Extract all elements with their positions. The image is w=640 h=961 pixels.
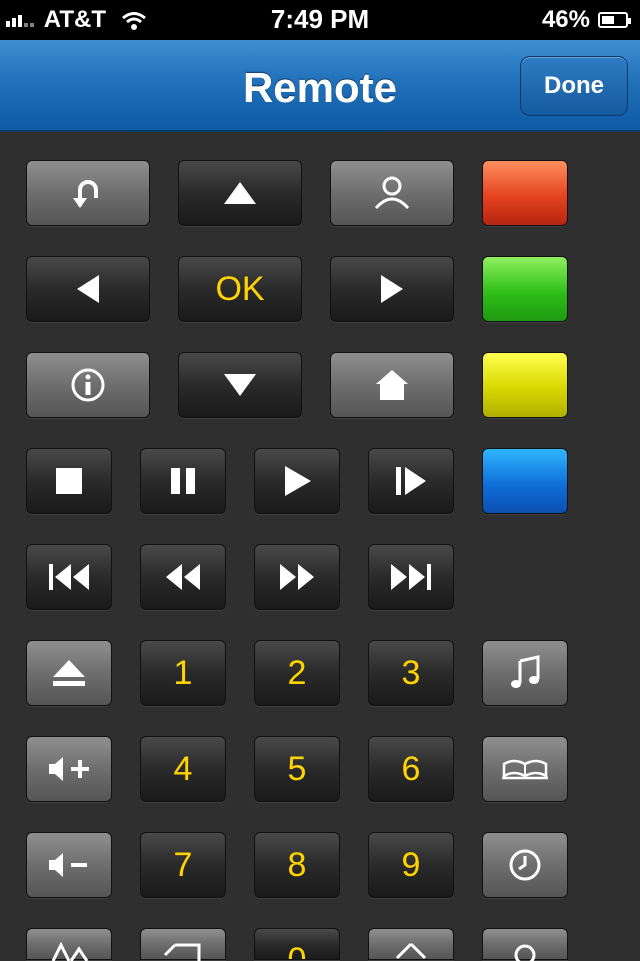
music-button[interactable] [482,640,568,706]
rewind-button[interactable] [140,544,226,610]
eject-icon [53,660,85,686]
step-forward-button[interactable] [368,448,454,514]
stop-button[interactable] [26,448,112,514]
ok-label: OK [215,269,265,308]
red-button[interactable] [482,160,568,226]
number-5-button[interactable]: 5 [254,736,340,802]
green-button[interactable] [482,256,568,322]
number-2-button[interactable]: 2 [254,640,340,706]
number-label: 4 [173,749,193,788]
number-7-button[interactable]: 7 [140,832,226,898]
number-label: 6 [401,749,421,788]
search-icon [514,944,536,961]
skip-next-icon [391,564,431,590]
guide-button[interactable] [482,736,568,802]
number-label: 1 [173,653,193,692]
user-icon [374,176,410,210]
eject-button[interactable] [26,640,112,706]
number-1-button[interactable]: 1 [140,640,226,706]
number-6-button[interactable]: 6 [368,736,454,802]
volume-down-button[interactable] [26,832,112,898]
volume-down-icon [49,853,87,877]
back-button[interactable] [26,160,150,226]
text-size-button[interactable] [26,928,112,961]
number-label: 0 [287,941,307,960]
book-icon [502,759,548,780]
timer-button[interactable] [482,832,568,898]
fast-forward-button[interactable] [254,544,340,610]
done-button[interactable]: Done [520,56,628,116]
number-label: 3 [401,653,421,692]
arrow-left-icon [77,275,99,303]
battery-icon [598,12,631,28]
down-button[interactable] [178,352,302,418]
number-label: 8 [287,845,307,884]
user-button[interactable] [330,160,454,226]
fast-forward-icon [280,564,314,590]
arrow-up-icon [224,182,256,204]
left-button[interactable] [26,256,150,322]
volume-up-icon [49,757,89,781]
skip-previous-icon [49,564,89,590]
ok-button[interactable]: OK [178,256,302,322]
number-label: 7 [173,845,193,884]
info-icon [71,368,105,402]
font-size-icon [51,941,89,961]
back-arrow-icon [73,180,98,208]
yellow-button[interactable] [482,352,568,418]
number-label: 5 [287,749,307,788]
backspace-icon [163,943,201,961]
number-8-button[interactable]: 8 [254,832,340,898]
play-icon [285,466,311,496]
number-4-button[interactable]: 4 [140,736,226,802]
info-button[interactable] [26,352,150,418]
number-3-button[interactable]: 3 [368,640,454,706]
navigation-bar: Remote Done [0,40,640,132]
pause-button[interactable] [140,448,226,514]
battery-indicator: 46% [541,6,631,34]
right-button[interactable] [330,256,454,322]
home-button[interactable] [330,352,454,418]
play-button[interactable] [254,448,340,514]
home-icon [376,370,408,400]
battery-percent: 46% [541,6,590,33]
pause-icon [171,468,195,494]
status-bar: AT&T 7:49 PM 46% [0,0,640,40]
rewind-icon [166,564,200,590]
number-9-button[interactable]: 9 [368,832,454,898]
shift-arrow-icon [395,942,427,960]
search-button[interactable] [482,928,568,961]
skip-next-button[interactable] [368,544,454,610]
music-note-icon [511,655,540,688]
number-0-button[interactable]: 0 [254,928,340,960]
volume-up-button[interactable] [26,736,112,802]
stop-icon [56,468,82,494]
arrow-right-icon [381,275,403,303]
step-forward-icon [396,467,426,495]
number-label: 2 [287,653,307,692]
arrow-down-icon [224,374,256,396]
blue-button[interactable] [482,448,568,514]
number-label: 9 [401,845,421,884]
delete-button[interactable] [140,928,226,961]
skip-previous-button[interactable] [26,544,112,610]
up-button[interactable] [178,160,302,226]
shift-button[interactable] [368,928,454,960]
clock-icon [509,849,541,881]
